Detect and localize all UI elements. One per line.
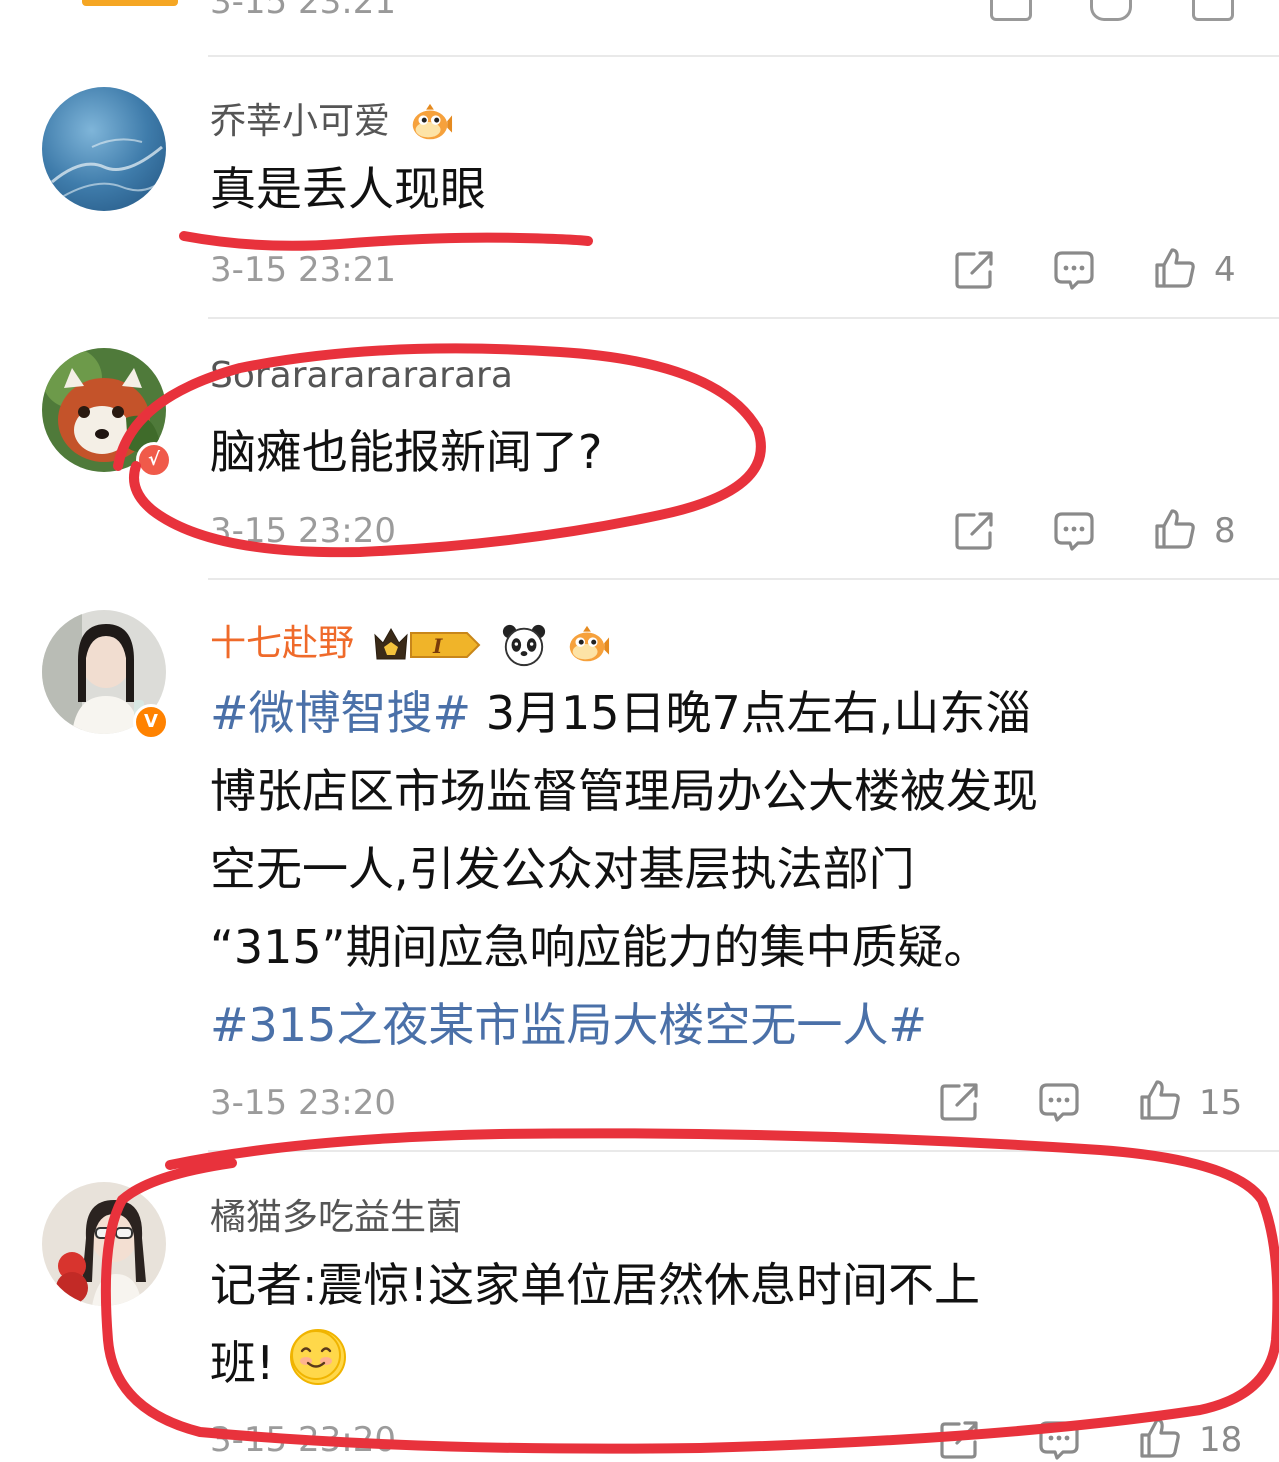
verified-v-icon: V [133,704,169,740]
username-text[interactable]: Sorarararararara [210,355,513,396]
level-badge-text: I [432,634,443,658]
like-count: 15 [1199,1083,1243,1123]
username-text[interactable]: 橘猫多吃益生菌 [210,1197,462,1238]
smile-emoji-icon [290,1329,347,1385]
pufferfish-emoji-icon [407,100,453,146]
share-icon[interactable] [990,0,1032,21]
panda-emoji-icon [501,622,547,668]
pufferfish-emoji-icon [564,622,610,668]
comment-icon[interactable] [1037,1418,1081,1462]
username-text[interactable]: 十七赴野 [210,623,354,664]
share-icon[interactable] [952,509,996,553]
comment-text-segment: 3月15日晚7点左右,山东淄 [471,686,1032,740]
like-count: 18 [1199,1420,1243,1460]
like-icon[interactable] [1138,1078,1182,1122]
verified-v-icon: √ [136,442,172,478]
avatar[interactable] [42,1182,166,1306]
divider [208,1150,1279,1152]
username[interactable]: Sorarararararara [210,355,513,396]
comment-text-line: #315之夜某市监局大楼空无一人# [210,986,927,1064]
comment-icon[interactable] [1052,509,1096,553]
divider [208,317,1279,319]
comment-text-line: 空无一人,引发公众对基层执法部门 [210,842,915,896]
previous-comment-partial: 3-15 23:21 [0,0,1279,56]
comment-icon[interactable] [1037,1080,1081,1124]
timestamp: 3-15 23:20 [210,511,396,551]
like-icon[interactable] [1192,0,1234,21]
crown-badge-icon: I [374,627,481,660]
divider [208,578,1279,580]
share-icon[interactable] [937,1418,981,1462]
comment-text-line: 班! [210,1324,347,1402]
username[interactable]: 乔莘小可爱 [210,92,453,146]
comment-text-line: 记者:震惊!这家单位居然休息时间不上 [210,1258,980,1312]
username[interactable]: 橘猫多吃益生菌 [210,1188,462,1240]
like-icon[interactable] [1138,1416,1182,1460]
topic-tag-link[interactable]: #微博智搜# [210,686,471,740]
timestamp: 3-15 23:20 [210,1083,396,1123]
underline-annotation [179,231,593,251]
orange-tab-edge [82,0,178,6]
username[interactable]: 十七赴野 I [210,614,610,668]
like-icon[interactable] [1153,246,1197,290]
share-icon[interactable] [952,248,996,292]
like-count: 8 [1214,511,1236,551]
comment-text-line: 博张店区市场监督管理局办公大楼被发现 [210,764,1038,818]
comment-text: 脑瘫也能报新闻了? [210,425,603,479]
timestamp: 3-15 23:21 [210,0,396,22]
comment-text: 真是丢人现眼 [210,162,486,216]
comment-text-segment: 班! [210,1336,275,1390]
comment-text-line: “315”期间应急响应能力的集中质疑。 [210,920,990,974]
topic-tag-link[interactable]: #315之夜某市监局大楼空无一人# [210,998,927,1052]
divider [208,55,1279,57]
timestamp: 3-15 23:20 [210,1420,396,1460]
share-icon[interactable] [937,1080,981,1124]
like-count: 4 [1214,250,1236,290]
comment-icon[interactable] [1052,248,1096,292]
avatar[interactable] [42,87,166,211]
username-text[interactable]: 乔莘小可爱 [210,101,390,142]
timestamp: 3-15 23:21 [210,250,396,290]
comment-text-line: #微博智搜# 3月15日晚7点左右,山东淄 [210,674,1031,752]
like-icon[interactable] [1153,507,1197,551]
comment-icon[interactable] [1090,0,1132,21]
